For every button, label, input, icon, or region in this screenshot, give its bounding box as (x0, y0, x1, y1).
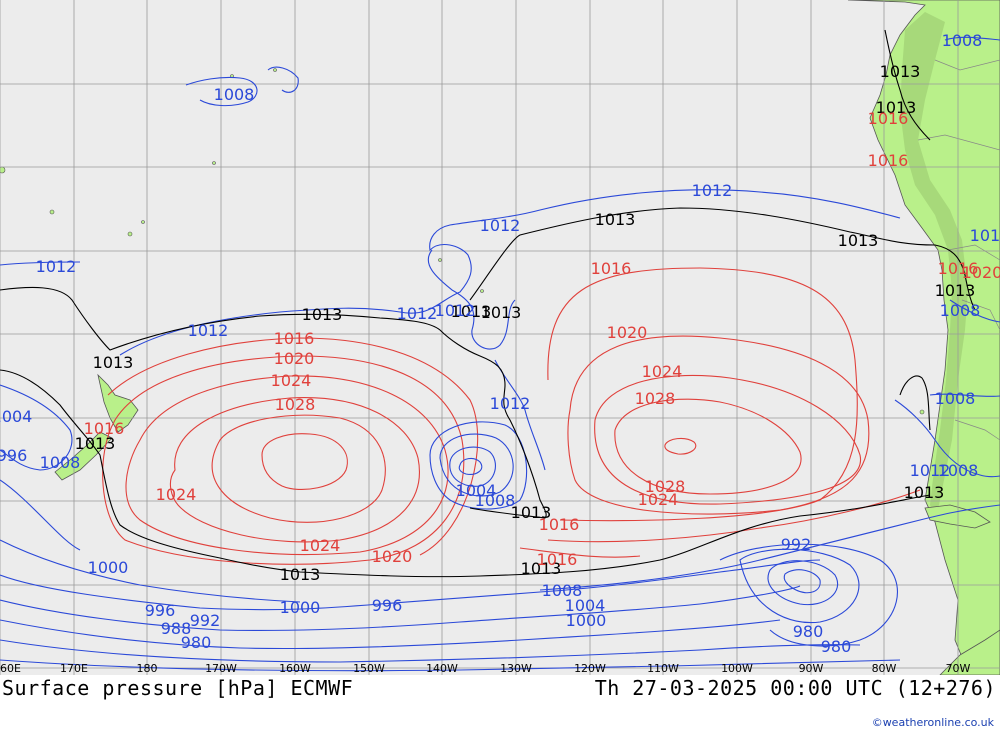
longitude-tick-label: 120W (574, 662, 606, 675)
isobar-label-low: 992 (781, 535, 812, 554)
isobar-label-low: 996 (0, 446, 27, 465)
longitude-tick-label: 90W (799, 662, 824, 675)
weather-map-panel: 1013 1013 1013 1013 1013 1013 1013 1013 1013 1013… (0, 0, 1000, 733)
isobar-label-low: 1012 (692, 181, 733, 200)
isobar-label-low: 1012 (397, 304, 438, 323)
isobar-label-low: 996 (145, 601, 176, 620)
isobar-label-low: 1008 (940, 301, 981, 320)
map-title: Surface pressure [hPa] ECMWF (2, 676, 354, 700)
isobar-label-high: 1024 (156, 485, 197, 504)
isobar-label-low: 1000 (280, 598, 321, 617)
isobar-label-low: 992 (190, 611, 221, 630)
valid-time: Th 27-03-2025 00:00 UTC (12+276) (594, 676, 996, 700)
longitude-tick-label: 170W (205, 662, 237, 675)
longitude-tick-label: 180 (137, 662, 158, 675)
isobar-label-low: 1008 (214, 85, 255, 104)
isobar-label-low: 1008 (935, 389, 976, 408)
isobar-label-high: 1020 (274, 349, 315, 368)
isobar-label-high: 1024 (642, 362, 683, 381)
isobar-label-high: 1024 (638, 490, 679, 509)
isobar-label-low: 980 (181, 633, 212, 652)
isobar-label-reference-1013: 1013 (880, 62, 921, 81)
isobar-label-reference-1013: 1013 (935, 281, 976, 300)
isobar-label-low: 1012 (36, 257, 77, 276)
longitude-tick-label: 140W (426, 662, 458, 675)
longitude-tick-label: 160W (279, 662, 311, 675)
isobar-label-reference-1013: 1013 (595, 210, 636, 229)
isobar-label-high: 1028 (635, 389, 676, 408)
isobar-label-reference-1013: 1013 (904, 483, 945, 502)
credit-link[interactable]: ©weatheronline.co.uk (872, 716, 994, 729)
isobar-label-high: 1016 (537, 550, 578, 569)
isobar-label-low: 1000 (88, 558, 129, 577)
isobar-label-high: 1016 (539, 515, 580, 534)
isobar-label-low: 1008 (938, 461, 979, 480)
longitude-tick-label: 170E (60, 662, 88, 675)
isobar-label-reference-1013: 1013 (302, 305, 343, 324)
isobar-label-high: 1020 (607, 323, 648, 342)
isobar-label-low: 1008 (475, 491, 516, 510)
longitude-tick-label: 150W (353, 662, 385, 675)
isobar-label-high: 1016 (591, 259, 632, 278)
isobar-label-reference-1013: 1013 (481, 303, 522, 322)
isobar-label-low: 1012 (435, 301, 476, 320)
isobar-label-low: 1000 (566, 611, 607, 630)
isobar-label-high: 1024 (300, 536, 341, 555)
isobar-label-reference-1013: 1013 (280, 565, 321, 584)
isobar-label-low: 1012 (490, 394, 531, 413)
isobar-label-high: 1016 (938, 259, 979, 278)
isobar-label-low: 1008 (942, 31, 983, 50)
isobar-label-low: 1012 (188, 321, 229, 340)
longitude-tick-label: 60E (0, 662, 21, 675)
longitude-tick-label: 130W (500, 662, 532, 675)
isobar-label-reference-1013: 1013 (93, 353, 134, 372)
pressure-map: 1013 10131013101310131013101310131013 1013… (0, 0, 1000, 675)
ocean-background (0, 0, 1000, 675)
isobar-label-low: 980 (821, 637, 852, 656)
isobar-label-high: 1020 (372, 547, 413, 566)
isobar-label-high: 1016 (868, 109, 909, 128)
longitude-tick-label: 80W (872, 662, 897, 675)
isobar-label-high: 1016 (274, 329, 315, 348)
isobar-label-high: 1024 (271, 371, 312, 390)
isobar-label-low: 1012 (480, 216, 521, 235)
isobar-label-low: 1012 (970, 226, 1000, 245)
isobar-label-low: 1008 (40, 453, 81, 472)
isobar-label-high: 1016 (84, 419, 125, 438)
longitude-tick-label: 70W (946, 662, 971, 675)
isobar-label-high: 1016 (868, 151, 909, 170)
isobar-label-low: 996 (372, 596, 403, 615)
isobar-label-low: 1004 (0, 407, 32, 426)
longitude-tick-label: 110W (647, 662, 679, 675)
isobar-label-low: 980 (793, 622, 824, 641)
longitude-tick-label: 100W (721, 662, 753, 675)
isobar-label-high: 1028 (275, 395, 316, 414)
isobar-label-reference-1013: 1013 (838, 231, 879, 250)
